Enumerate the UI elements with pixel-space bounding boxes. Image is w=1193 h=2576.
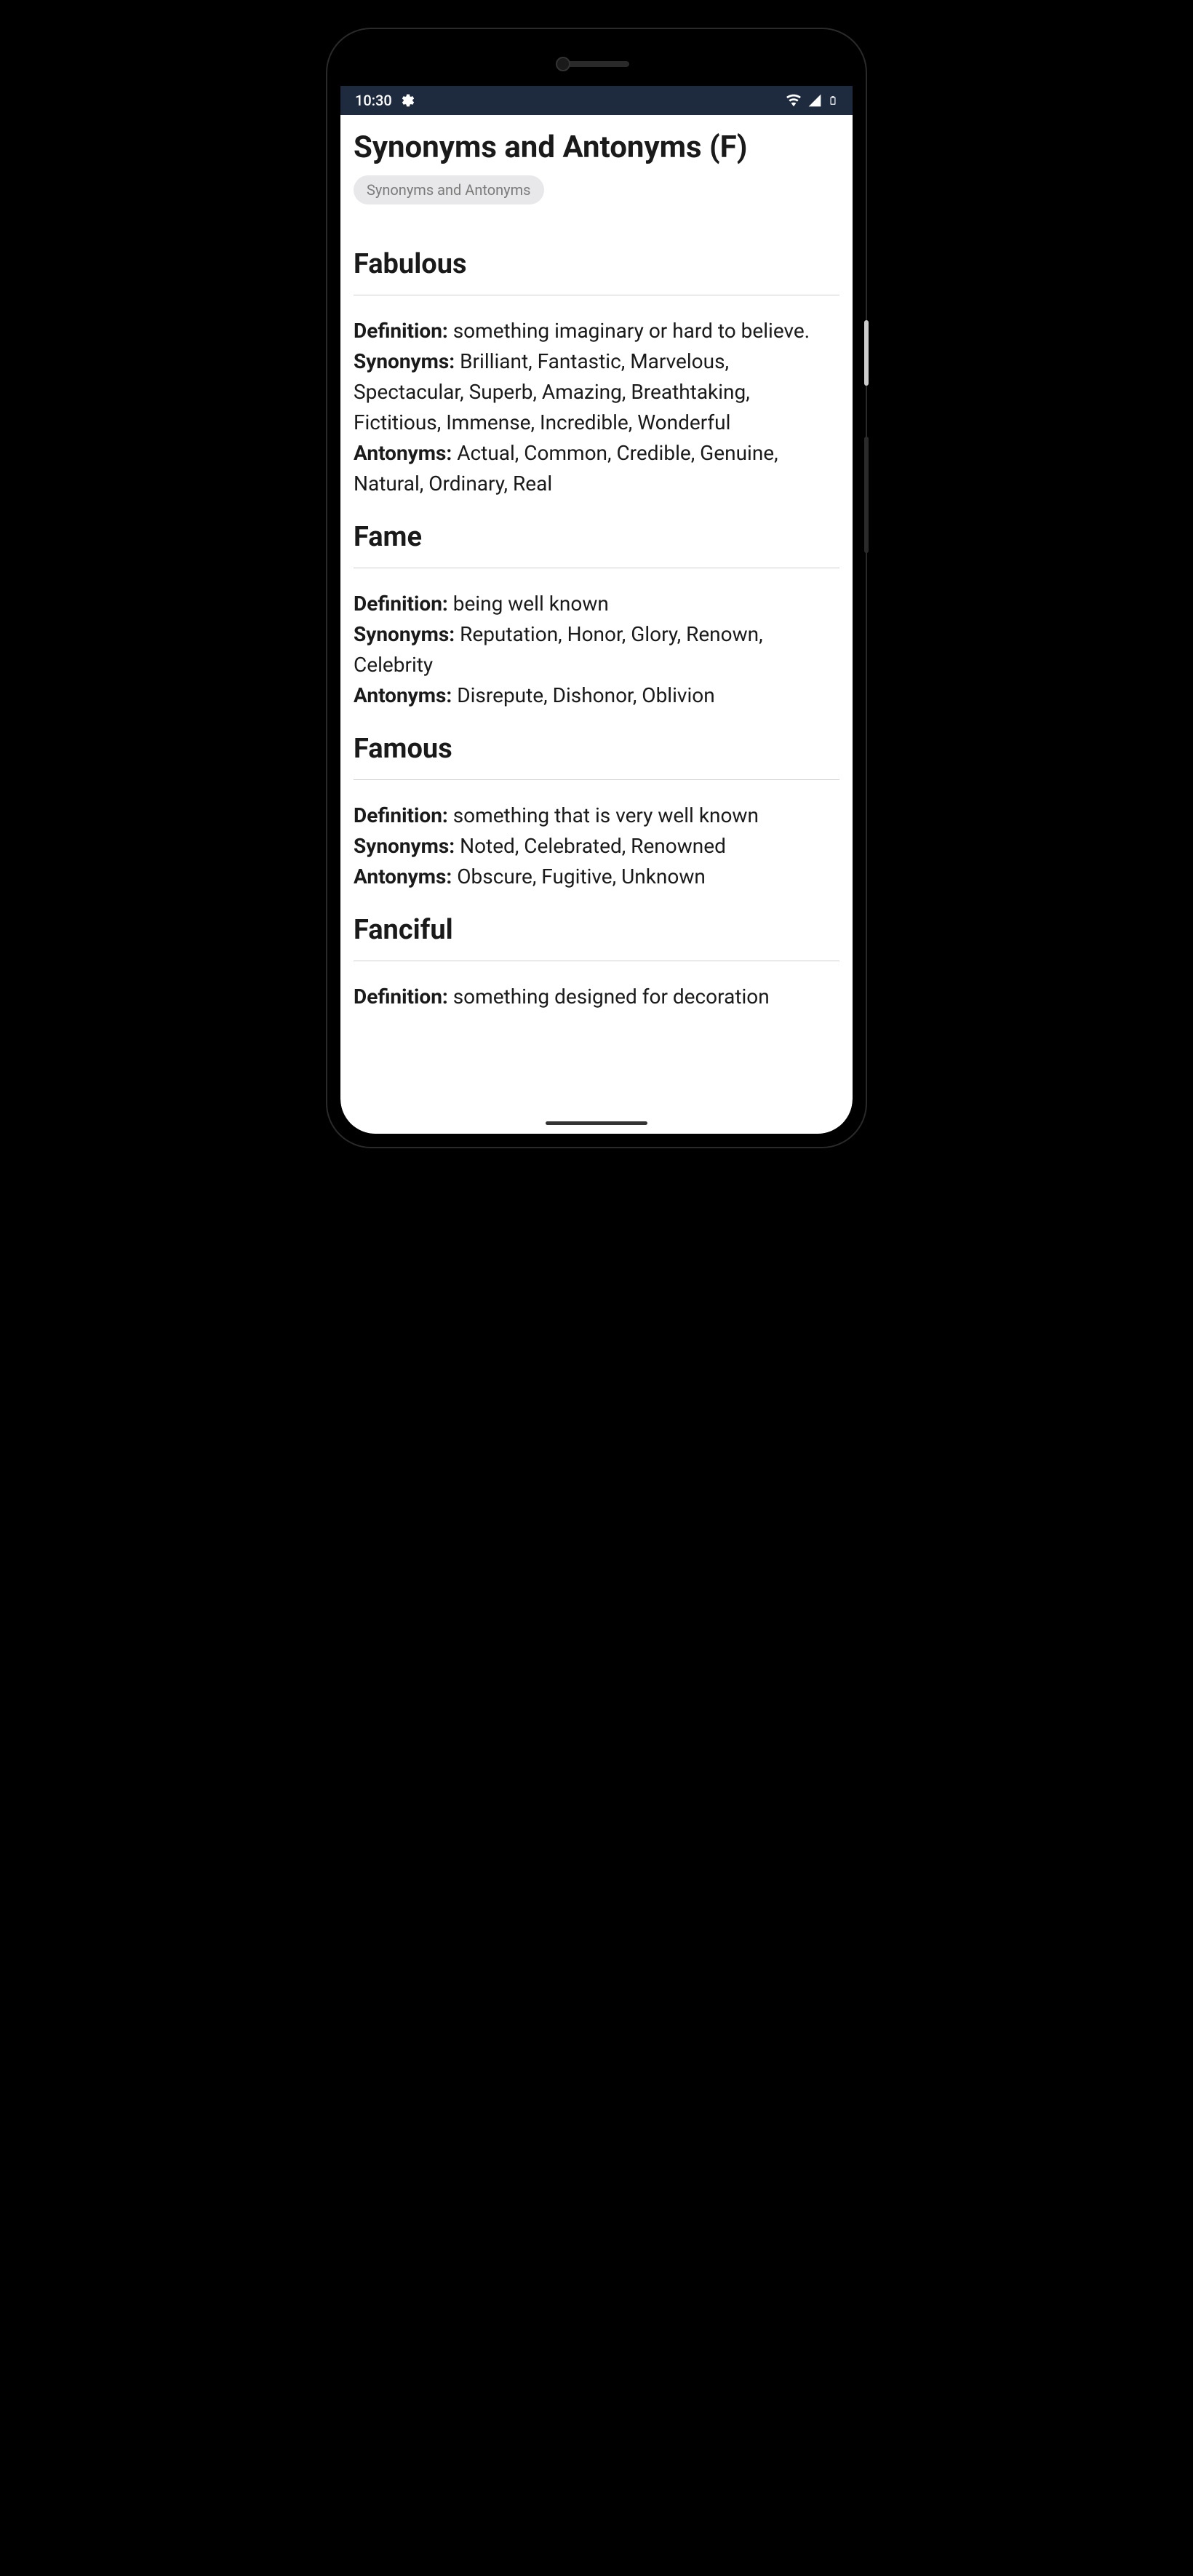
word-content: Definition: being well known Synonyms: R… <box>354 589 839 711</box>
definition-text: something imaginary or hard to believe. <box>453 319 810 343</box>
divider <box>354 779 839 780</box>
word-content: Definition: something that is very well … <box>354 800 839 892</box>
front-camera <box>556 57 570 71</box>
wifi-icon <box>786 92 802 108</box>
antonyms-label: Antonyms: <box>354 864 452 889</box>
status-bar-left: 10:30 <box>355 92 415 109</box>
synonyms-label: Synonyms: <box>354 834 455 858</box>
synonyms-label: Synonyms: <box>354 349 455 373</box>
word-heading: Fabulous <box>354 248 839 280</box>
antonyms-label: Antonyms: <box>354 683 452 707</box>
navigation-bar-indicator[interactable] <box>546 1121 647 1125</box>
app-content-area[interactable]: Synonyms and Antonyms (F) Synonyms and A… <box>340 115 853 1134</box>
antonyms-text: Obscure, Fugitive, Unknown <box>457 864 706 889</box>
word-entry: Famous Definition: something that is ver… <box>354 733 839 892</box>
power-button <box>864 320 869 386</box>
speaker-grille <box>564 61 629 67</box>
definition-label: Definition: <box>354 592 448 616</box>
word-content: Definition: something designed for decor… <box>354 982 839 1012</box>
status-bar-right <box>786 92 838 108</box>
page-title: Synonyms and Antonyms (F) <box>354 130 839 165</box>
definition-text: something that is very well known <box>453 803 759 827</box>
word-content: Definition: something imaginary or hard … <box>354 316 839 499</box>
status-time: 10:30 <box>355 92 392 109</box>
signal-icon <box>807 93 822 108</box>
definition-label: Definition: <box>354 803 448 827</box>
category-tag[interactable]: Synonyms and Antonyms <box>354 175 544 204</box>
phone-device-frame: 10:30 <box>327 29 866 1147</box>
battery-icon <box>828 92 838 108</box>
word-entry: Fanciful Definition: something designed … <box>354 914 839 1012</box>
word-heading: Famous <box>354 733 839 765</box>
definition-text: being well known <box>453 592 609 616</box>
word-entry: Fame Definition: being well known Synony… <box>354 521 839 711</box>
word-heading: Fanciful <box>354 914 839 946</box>
synonyms-label: Synonyms: <box>354 622 455 646</box>
definition-label: Definition: <box>354 319 448 343</box>
status-bar: 10:30 <box>340 86 853 115</box>
word-entry: Fabulous Definition: something imaginary… <box>354 248 839 499</box>
gear-icon <box>401 93 415 108</box>
phone-notch <box>340 42 853 86</box>
definition-label: Definition: <box>354 985 448 1009</box>
definition-text: something designed for decoration <box>453 985 770 1009</box>
phone-body: 10:30 <box>340 42 853 1134</box>
volume-button <box>864 437 869 553</box>
synonyms-text: Noted, Celebrated, Renowned <box>460 834 726 858</box>
word-heading: Fame <box>354 521 839 553</box>
antonyms-text: Disrepute, Dishonor, Oblivion <box>457 683 714 707</box>
antonyms-label: Antonyms: <box>354 441 452 465</box>
